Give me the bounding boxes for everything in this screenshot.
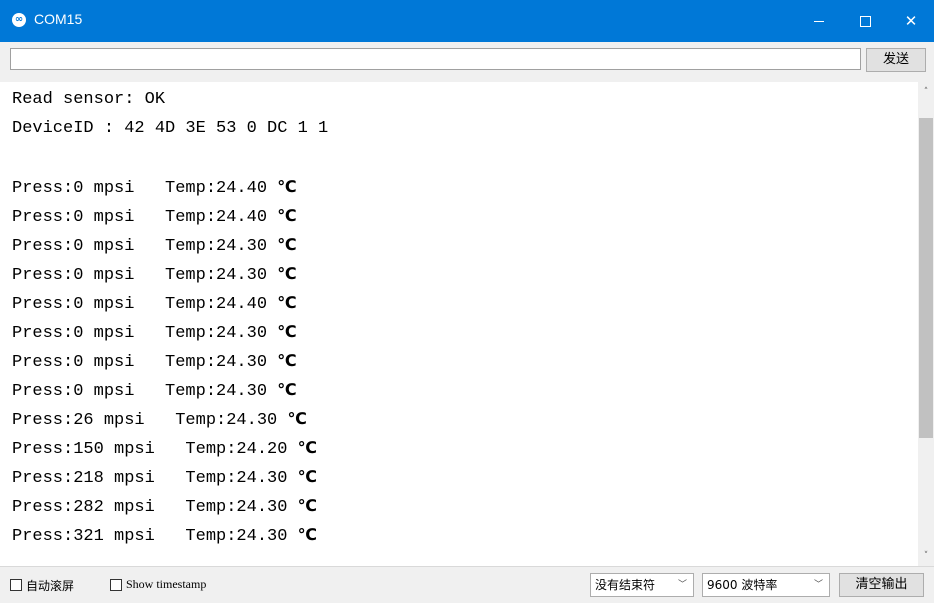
timestamp-checkbox[interactable] — [110, 579, 122, 591]
send-input[interactable] — [10, 48, 861, 70]
output-line: Read sensor: OK — [12, 90, 166, 109]
output-line: Press:0 mpsi Temp:24.40 ℃ — [12, 177, 297, 198]
celsius-unit: ℃ — [277, 351, 297, 370]
output-line: Press:0 mpsi Temp:24.40 ℃ — [12, 293, 297, 314]
celsius-unit: ℃ — [297, 496, 318, 515]
clear-output-button[interactable]: 清空输出 — [839, 573, 924, 597]
output-line: Press:0 mpsi Temp:24.30 ℃ — [12, 322, 297, 343]
window-title: COM15 — [34, 11, 83, 27]
output-line: Press:0 mpsi Temp:24.30 ℃ — [12, 380, 297, 401]
line-ending-value: 没有结束符 — [595, 578, 656, 592]
celsius-unit: ℃ — [297, 525, 318, 544]
send-bar: 发送 — [0, 42, 934, 83]
output-line: Press:218 mpsi Temp:24.30 ℃ — [12, 467, 318, 488]
scroll-thumb[interactable] — [919, 118, 933, 438]
vertical-scrollbar[interactable]: ˄ ˅ — [918, 82, 934, 566]
celsius-unit: ℃ — [277, 380, 297, 399]
chevron-down-icon: ﹀ — [677, 580, 687, 590]
status-bar: 自动滚屏 Show timestamp 没有结束符 ﹀ 9600 波特率 ﹀ 清… — [0, 566, 934, 603]
output-line: Press:321 mpsi Temp:24.30 ℃ — [12, 525, 318, 546]
chevron-down-icon: ﹀ — [813, 580, 823, 590]
minimize-icon — [814, 21, 824, 22]
output-line: Press:0 mpsi Temp:24.30 ℃ — [12, 351, 297, 372]
celsius-unit: ℃ — [297, 467, 318, 486]
scroll-down-icon[interactable]: ˅ — [918, 548, 934, 564]
celsius-unit: ℃ — [277, 235, 297, 254]
celsius-unit: ℃ — [277, 293, 297, 312]
baud-rate-select[interactable]: 9600 波特率 ﹀ — [702, 573, 830, 597]
celsius-unit: ℃ — [277, 322, 297, 341]
minimize-button[interactable] — [796, 0, 842, 42]
output-line: Press:26 mpsi Temp:24.30 ℃ — [12, 409, 307, 430]
scroll-up-icon[interactable]: ˄ — [918, 84, 934, 100]
close-button[interactable]: ✕ — [888, 0, 934, 42]
celsius-unit: ℃ — [277, 264, 297, 283]
maximize-button[interactable] — [842, 0, 888, 42]
output-line: Press:0 mpsi Temp:24.30 ℃ — [12, 264, 297, 285]
serial-output[interactable]: Read sensor: OK DeviceID : 42 4D 3E 53 0… — [0, 82, 918, 566]
baud-rate-value: 9600 波特率 — [707, 578, 778, 592]
maximize-icon — [859, 16, 871, 27]
celsius-unit: ℃ — [287, 409, 307, 428]
celsius-unit: ℃ — [277, 206, 297, 225]
timestamp-label: Show timestamp — [126, 577, 207, 591]
output-line: DeviceID : 42 4D 3E 53 0 DC 1 1 — [12, 119, 329, 138]
autoscroll-label: 自动滚屏 — [26, 579, 75, 593]
arduino-infinity-icon: ∞ — [12, 13, 26, 27]
output-line: Press:150 mpsi Temp:24.20 ℃ — [12, 438, 318, 459]
output-line: Press:282 mpsi Temp:24.30 ℃ — [12, 496, 318, 517]
celsius-unit: ℃ — [297, 438, 318, 457]
output-line: Press:0 mpsi Temp:24.30 ℃ — [12, 235, 297, 256]
output-line: Press:0 mpsi Temp:24.40 ℃ — [12, 206, 297, 227]
autoscroll-checkbox[interactable] — [10, 579, 22, 591]
celsius-unit: ℃ — [277, 177, 297, 196]
close-icon: ✕ — [904, 12, 918, 30]
title-bar: ∞ COM15 ✕ — [0, 0, 934, 42]
send-button[interactable]: 发送 — [866, 48, 926, 72]
line-ending-select[interactable]: 没有结束符 ﹀ — [590, 573, 694, 597]
